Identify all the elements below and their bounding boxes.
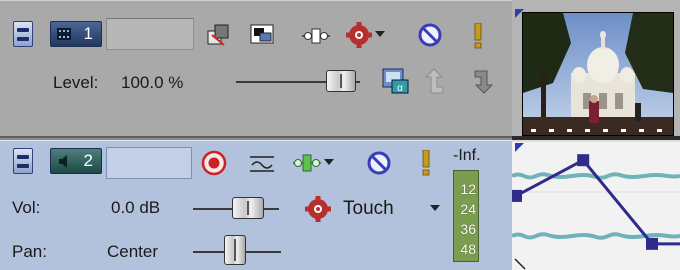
track2-number: 2 [83,151,93,170]
generated-media-icon[interactable]: α [382,67,410,95]
track2-name-field[interactable] [106,147,192,179]
meter-tick: 48 [460,241,476,257]
meter-tick: 24 [460,201,476,217]
meter-peak-readout: -Inf. [453,147,481,164]
event-fade-handle-icon[interactable] [515,9,525,19]
pan-value: Center [107,242,159,261]
vol-value: 0.0 dB [111,198,161,217]
audio-waveform-envelope [510,140,680,250]
level-label: Level: [53,73,99,92]
vol-label: Vol: [12,198,41,217]
pan-slider-thumb[interactable] [224,235,246,265]
envelope-point[interactable] [510,189,522,202]
video-event-thumbnail[interactable] [522,12,674,136]
video-track-header: 1 Level: 100.0 % α [0,0,512,138]
automation-mode-label[interactable]: Touch [343,198,394,220]
track1-number: 1 [83,24,93,43]
event-fade-handle-icon[interactable] [515,143,525,153]
speaker-icon [59,155,67,168]
mute-icon[interactable] [418,23,442,47]
chevron-down-icon[interactable] [323,158,335,166]
invert-phase-icon[interactable] [249,151,275,175]
level-slider-thumb[interactable] [326,70,356,92]
video-thumbnail-image [523,13,673,135]
mute-icon[interactable] [367,151,391,175]
track-motion-icon[interactable] [250,23,276,47]
envelope-point[interactable] [646,237,658,250]
vol-slider-thumb[interactable] [232,197,264,219]
video-track-icon [57,28,71,40]
audio-event-strip[interactable] [510,140,680,270]
svg-text:α: α [397,83,403,94]
gear-icon[interactable] [305,195,331,223]
meter-tick: 36 [460,221,476,237]
solo-icon[interactable] [473,23,483,49]
record-arm-icon[interactable] [201,150,227,176]
pan-label: Pan: [12,242,47,261]
track2-minimize-button[interactable] [13,148,33,174]
event-corner-handle-icon [514,258,526,270]
composite-mode-icon[interactable] [206,23,232,47]
level-value: 100.0 % [121,73,184,92]
solo-icon[interactable] [421,150,431,176]
track2-number-badge[interactable]: 2 [50,148,102,174]
track-fx-icon[interactable] [293,152,321,174]
track1-minimize-button[interactable] [13,21,33,47]
track1-number-badge[interactable]: 1 [50,21,102,47]
audio-level-meter: 12 24 36 48 [453,170,479,262]
make-compositing-parent-icon[interactable] [423,67,445,95]
envelope-point[interactable] [577,154,590,167]
chevron-down-icon[interactable] [429,204,441,212]
meter-tick: 12 [460,181,476,197]
audio-track-header: 2 -Inf. Vol: 0.0 dB Touch Pan: Center [0,140,512,270]
track-fx-icon[interactable] [302,25,330,47]
make-compositing-child-icon[interactable] [473,67,495,95]
track1-name-field[interactable] [106,18,194,50]
chevron-down-icon[interactable] [374,30,386,38]
gear-icon[interactable] [346,21,372,49]
